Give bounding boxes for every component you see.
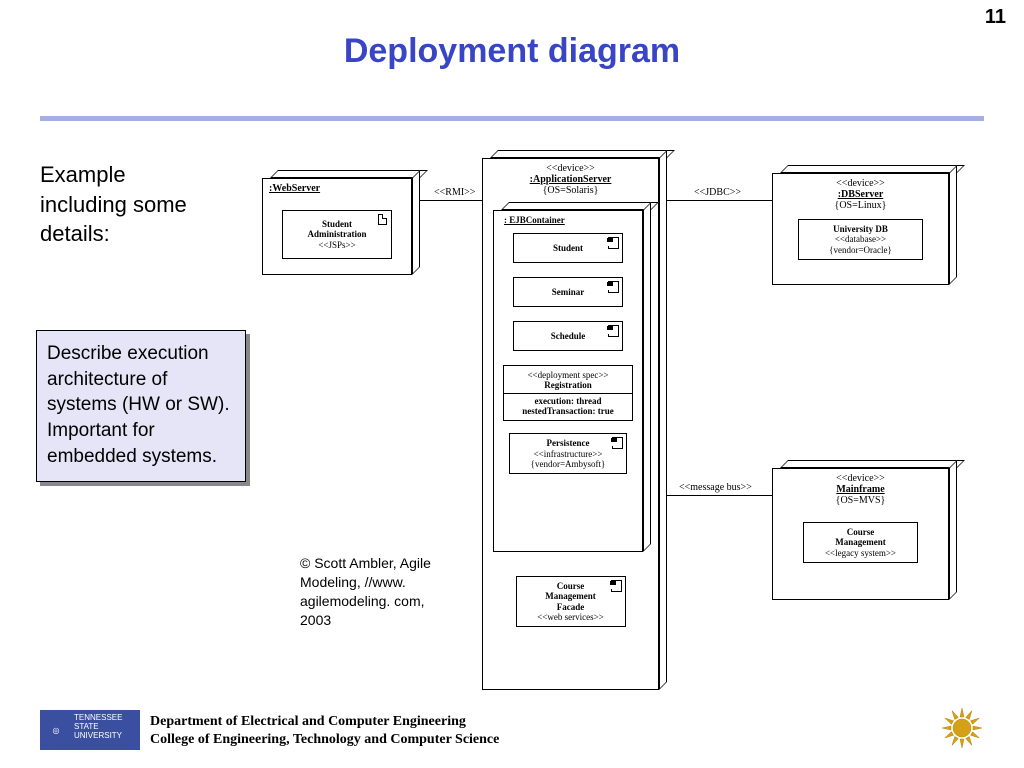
node-mainframe: <<device>> Mainframe {OS=MVS} Course Man…: [772, 460, 957, 600]
deployment-spec: <<deployment spec>> Registration executi…: [503, 365, 633, 421]
component-icon: [607, 237, 619, 247]
node-appserver: <<device>> :ApplicationServer {OS=Solari…: [482, 150, 667, 690]
component-icon: [607, 281, 619, 291]
component-schedule: Schedule: [513, 321, 623, 351]
connector-rmi-label: <<RMI>>: [432, 187, 477, 198]
component-universitydb: University DB <<database>> {vendor=Oracl…: [798, 219, 923, 260]
footer: ◎ TENNESSEE STATE UNIVERSITY Department …: [40, 702, 984, 750]
component-icon: [607, 325, 619, 335]
component-icon: [610, 580, 622, 590]
connector-jdbc: [662, 200, 772, 201]
connector-msgbus-label: <<message bus>>: [677, 482, 754, 493]
nsf-logo-icon: [940, 706, 984, 750]
slide-title: Deployment diagram: [0, 32, 1024, 71]
connector-rmi: [412, 200, 482, 201]
node-ejbcontainer: : EJBContainer Student Seminar Schedule: [493, 202, 651, 552]
component-coursemgmt: Course Management <<legacy system>>: [803, 522, 918, 563]
component-facade: Course Management Facade <<web services>…: [516, 576, 626, 627]
webserver-component: Student Administration <<JSPs>>: [282, 210, 392, 259]
component-student: Student: [513, 233, 623, 263]
deployment-diagram: <<RMI>> <<JDBC>> <<message bus>> :WebSer…: [252, 140, 1012, 710]
node-webserver: :WebServer Student Administration <<JSPs…: [262, 170, 420, 275]
webserver-name: :WebServer: [269, 183, 320, 194]
description-box: Describe execution architecture of syste…: [36, 330, 246, 482]
page-number: 11: [985, 6, 1006, 29]
title-divider: [40, 116, 984, 121]
component-seminar: Seminar: [513, 277, 623, 307]
intro-text: Example including some details:: [40, 160, 200, 249]
footer-text: Department of Electrical and Computer En…: [150, 713, 499, 748]
university-logo: ◎ TENNESSEE STATE UNIVERSITY: [40, 710, 140, 750]
connector-msgbus: [662, 495, 772, 496]
connector-jdbc-label: <<JDBC>>: [692, 187, 743, 198]
node-dbserver: <<device>> :DBServer {OS=Linux} Universi…: [772, 165, 957, 285]
component-icon: [611, 437, 623, 447]
ejb-name: : EJBContainer: [500, 213, 636, 227]
component-persistence: Persistence <<infrastructure>> {vendor=A…: [509, 433, 627, 474]
document-icon: [378, 214, 387, 225]
